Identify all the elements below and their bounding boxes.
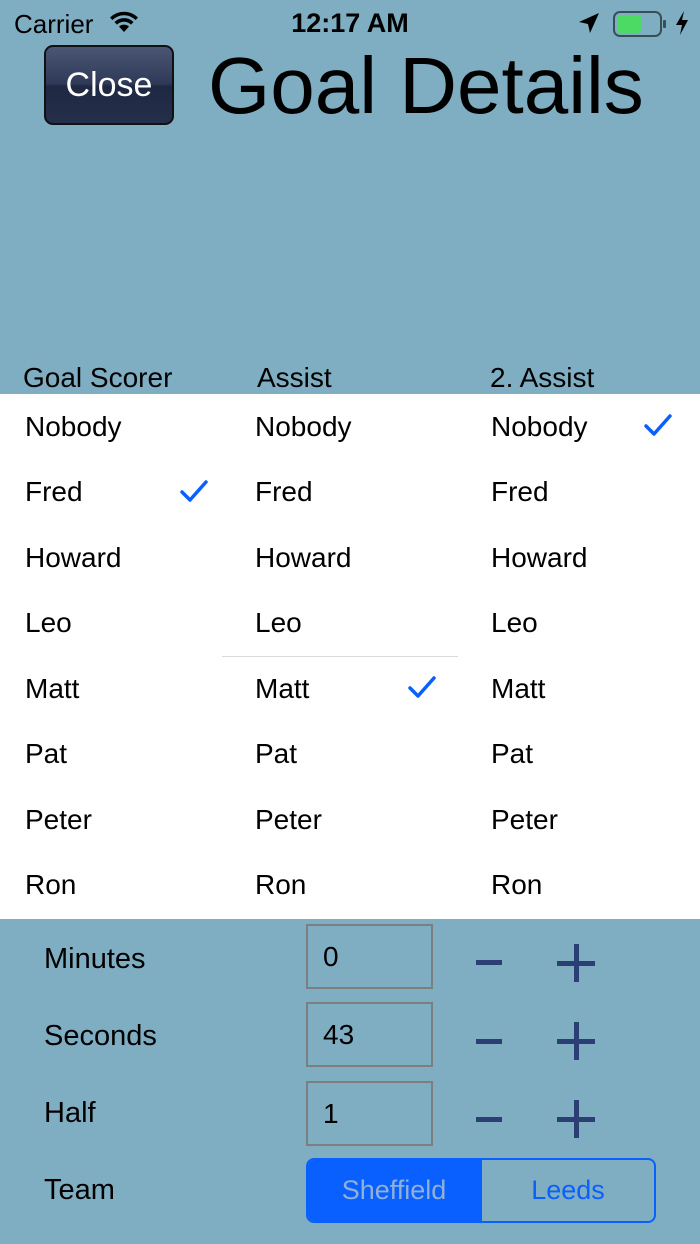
page-title: Goal Details bbox=[208, 41, 644, 130]
seconds-label: Seconds bbox=[44, 1020, 157, 1052]
picker-row[interactable]: Matt bbox=[255, 656, 445, 721]
team-segmented-control: Sheffield Leeds bbox=[306, 1158, 656, 1223]
seconds-increment-button[interactable] bbox=[557, 1022, 595, 1060]
picker-row[interactable]: Fred bbox=[255, 460, 445, 525]
picker-row[interactable]: Leo bbox=[491, 591, 681, 656]
player-name: Peter bbox=[25, 803, 92, 835]
picker-row[interactable]: Peter bbox=[255, 787, 445, 852]
picker-row[interactable]: Leo bbox=[25, 591, 215, 656]
player-name: Leo bbox=[25, 607, 72, 638]
assist-header: Assist bbox=[257, 362, 332, 393]
picker-row[interactable]: Howard bbox=[25, 525, 215, 590]
half-label: Half bbox=[44, 1097, 96, 1129]
picker-row[interactable]: Nobody bbox=[255, 394, 445, 459]
picker-row[interactable]: Matt bbox=[491, 656, 681, 721]
player-name: Nobody bbox=[491, 410, 588, 442]
player-name: Ron bbox=[255, 869, 307, 900]
picker-row[interactable]: Pat bbox=[255, 722, 445, 787]
player-name: Pat bbox=[491, 738, 534, 769]
picker-row[interactable]: Nobody bbox=[491, 394, 681, 459]
player-name: Pat bbox=[255, 738, 298, 769]
player-name: Fred bbox=[491, 476, 549, 507]
seconds-field[interactable]: 43 bbox=[306, 1002, 433, 1067]
second-assist-column: Nobody Fred Howard Leo Matt Pat Peter Ron bbox=[491, 394, 681, 919]
goal-scorer-header: Goal Scorer bbox=[23, 362, 173, 393]
player-name: Howard bbox=[255, 541, 352, 573]
close-button[interactable]: Close bbox=[44, 45, 174, 125]
player-name: Fred bbox=[25, 476, 83, 507]
picker-row[interactable]: Leo bbox=[255, 591, 445, 656]
minutes-label: Minutes bbox=[44, 943, 146, 975]
player-name: Matt bbox=[491, 672, 546, 704]
player-name: Howard bbox=[25, 541, 122, 573]
picker-row[interactable]: Ron bbox=[255, 853, 445, 918]
checkmark-icon bbox=[407, 674, 437, 707]
player-name: Matt bbox=[25, 672, 80, 704]
goal-scorer-column: Nobody Fred Howard Leo Matt Pat Peter Ron bbox=[25, 394, 215, 919]
player-name: Matt bbox=[255, 672, 310, 704]
player-name: Peter bbox=[255, 803, 322, 835]
minutes-increment-button[interactable] bbox=[557, 944, 595, 982]
player-name: Leo bbox=[491, 607, 538, 638]
picker-row[interactable]: Howard bbox=[255, 525, 445, 590]
segment-sheffield[interactable]: Sheffield bbox=[308, 1160, 480, 1221]
picker-row[interactable]: Peter bbox=[25, 787, 215, 852]
half-field[interactable]: 1 bbox=[306, 1081, 433, 1146]
picker-row[interactable]: Howard bbox=[491, 525, 681, 590]
half-decrement-button[interactable] bbox=[476, 1117, 502, 1122]
team-label: Team bbox=[44, 1174, 115, 1206]
segment-leeds[interactable]: Leeds bbox=[480, 1160, 654, 1221]
player-name: Howard bbox=[491, 541, 588, 573]
picker-row[interactable]: Peter bbox=[491, 787, 681, 852]
player-name: Ron bbox=[491, 869, 543, 900]
charging-bolt-icon bbox=[674, 10, 690, 41]
battery-level bbox=[617, 15, 641, 33]
player-name: Pat bbox=[25, 738, 68, 769]
player-name: Leo bbox=[255, 607, 302, 638]
checkmark-icon bbox=[643, 412, 673, 445]
minutes-field[interactable]: 0 bbox=[306, 924, 433, 989]
picker-row[interactable]: Pat bbox=[25, 722, 215, 787]
picker-row[interactable]: Nobody bbox=[25, 394, 215, 459]
picker-row[interactable]: Pat bbox=[491, 722, 681, 787]
player-name: Fred bbox=[255, 476, 313, 507]
checkmark-icon bbox=[179, 478, 209, 511]
seconds-decrement-button[interactable] bbox=[476, 1039, 502, 1044]
picker-row[interactable]: Ron bbox=[491, 853, 681, 918]
second-assist-header: 2. Assist bbox=[490, 362, 595, 393]
picker-row[interactable]: Fred bbox=[491, 460, 681, 525]
minutes-decrement-button[interactable] bbox=[476, 960, 502, 965]
assist-column: Nobody Fred Howard Leo Matt Pat Peter Ron bbox=[255, 394, 445, 919]
player-name: Nobody bbox=[25, 410, 122, 442]
player-name: Nobody bbox=[255, 410, 352, 442]
picker-row[interactable]: Ron bbox=[25, 853, 215, 918]
player-picker: Nobody Fred Howard Leo Matt Pat Peter Ron Nobod… bbox=[0, 394, 700, 919]
picker-row[interactable]: Fred bbox=[25, 460, 215, 525]
picker-row[interactable]: Matt bbox=[25, 656, 215, 721]
player-name: Ron bbox=[25, 869, 77, 900]
half-increment-button[interactable] bbox=[557, 1100, 595, 1138]
player-name: Peter bbox=[491, 803, 558, 835]
